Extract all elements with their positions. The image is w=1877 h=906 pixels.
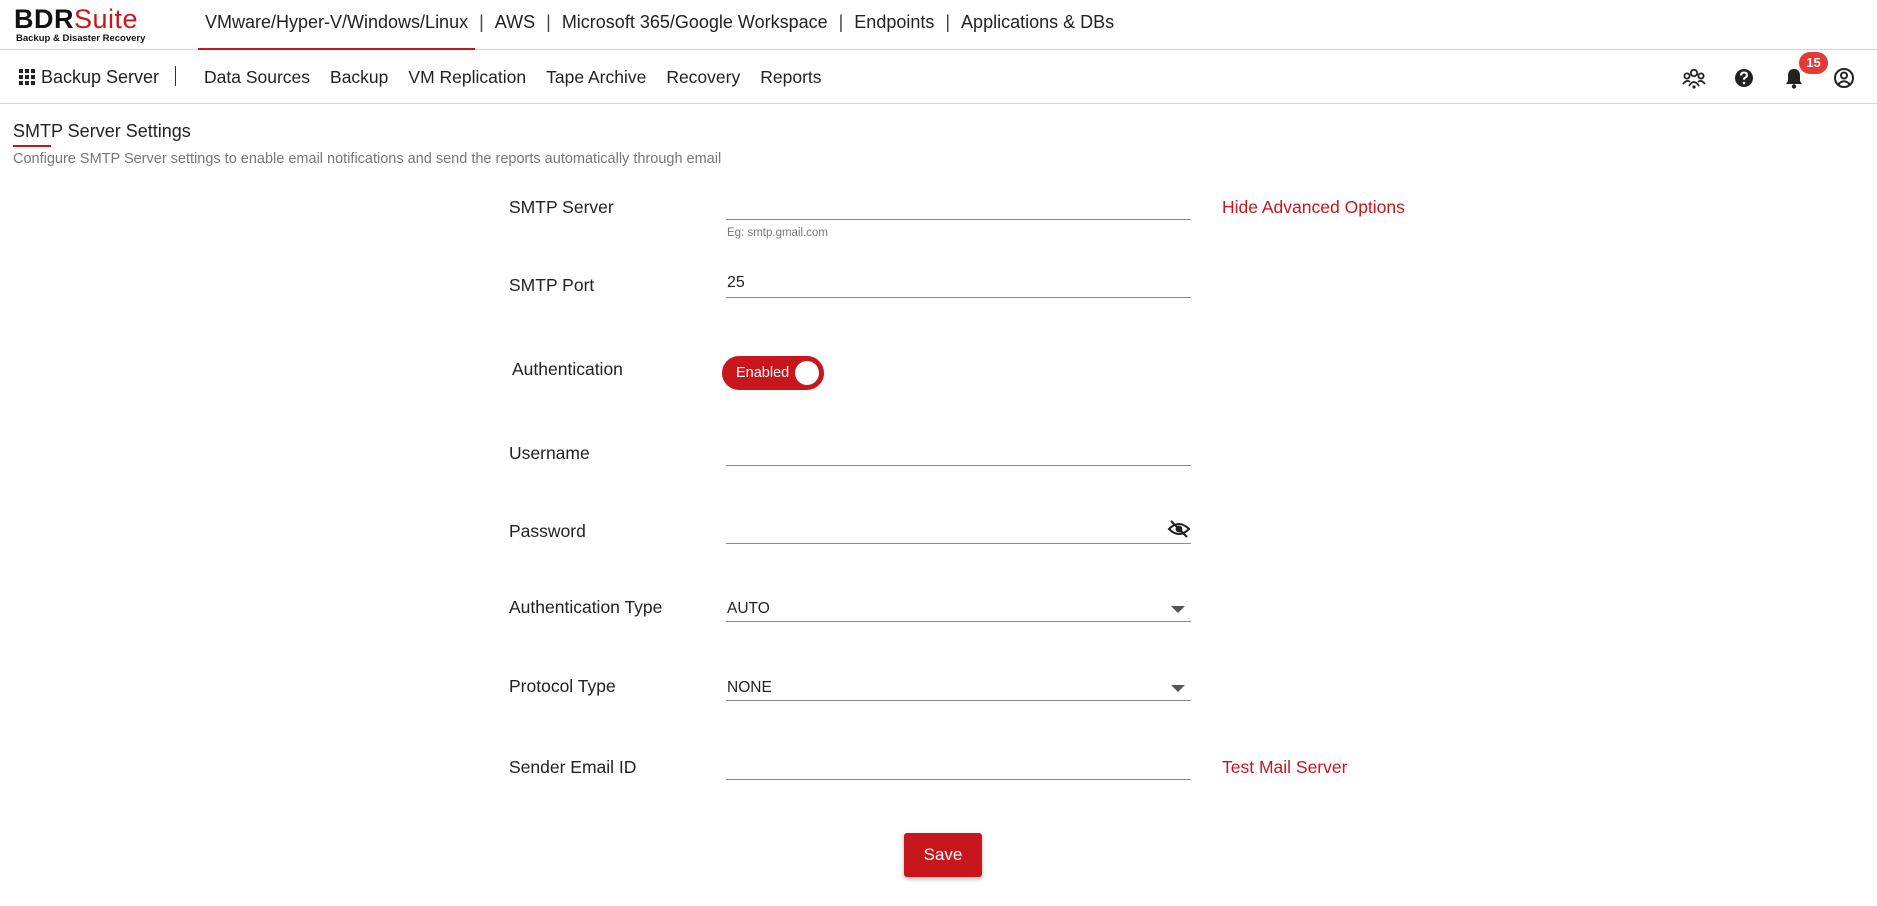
logo-brand-main: BDR: [14, 4, 74, 34]
top-bar: BDRSuite Backup & Disaster Recovery VMwa…: [0, 0, 1877, 50]
authentication-type-select[interactable]: AUTO: [726, 592, 1191, 622]
test-mail-server-link[interactable]: Test Mail Server: [1222, 757, 1347, 778]
protocol-type-value: NONE: [727, 679, 772, 696]
sender-email-label: Sender Email ID: [509, 757, 637, 777]
sub-nav-item-data-sources[interactable]: Data Sources: [194, 67, 320, 88]
top-nav-item-applications[interactable]: Applications & DBs: [954, 0, 1121, 50]
sender-email-input[interactable]: [726, 750, 1191, 779]
top-nav: VMware/Hyper-V/Windows/Linux | AWS | Mic…: [198, 0, 1121, 50]
apps-menu-button[interactable]: Backup Server: [19, 50, 159, 104]
help-icon[interactable]: [1731, 65, 1757, 91]
sub-nav-item-backup[interactable]: Backup: [320, 67, 398, 88]
chevron-down-icon: [1171, 606, 1185, 613]
authentication-type-label: Authentication Type: [509, 597, 663, 617]
password-field: [726, 514, 1191, 544]
sub-bar: Backup Server Data Sources Backup VM Rep…: [0, 50, 1877, 104]
password-input[interactable]: [726, 514, 1156, 543]
top-nav-item-vmware[interactable]: VMware/Hyper-V/Windows/Linux: [198, 0, 476, 50]
username-field: [726, 436, 1191, 466]
page-description: Configure SMTP Server settings to enable…: [13, 151, 722, 167]
top-nav-item-m365[interactable]: Microsoft 365/Google Workspace: [555, 0, 835, 50]
smtp-server-label: SMTP Server: [509, 197, 614, 217]
users-network-icon[interactable]: [1681, 65, 1707, 91]
sub-nav-divider: [175, 66, 176, 86]
protocol-type-select[interactable]: NONE: [726, 671, 1191, 701]
sub-nav-item-tape-archive[interactable]: Tape Archive: [536, 67, 656, 88]
chevron-down-icon: [1171, 685, 1185, 692]
account-icon[interactable]: [1831, 65, 1857, 91]
eye-slash-icon[interactable]: [1167, 517, 1191, 541]
smtp-server-input[interactable]: [726, 190, 1191, 219]
page-title-underline: [13, 145, 51, 147]
protocol-type-label: Protocol Type: [509, 676, 616, 696]
apps-menu-label: Backup Server: [41, 66, 160, 87]
password-label: Password: [509, 521, 586, 541]
sub-nav-item-reports[interactable]: Reports: [750, 67, 831, 88]
authentication-toggle[interactable]: Enabled: [722, 356, 824, 390]
bdrsuite-logo[interactable]: BDRSuite Backup & Disaster Recovery: [14, 5, 154, 45]
apps-grid-icon: [19, 68, 36, 86]
logo-wordmark: BDRSuite: [14, 5, 154, 33]
top-nav-item-endpoints[interactable]: Endpoints: [847, 0, 941, 50]
hide-advanced-options-link[interactable]: Hide Advanced Options: [1222, 197, 1405, 218]
top-nav-separator: |: [945, 12, 951, 32]
sender-email-field: [726, 750, 1191, 780]
bell-icon[interactable]: 15: [1781, 52, 1828, 91]
save-button[interactable]: Save: [904, 833, 982, 877]
page-title: SMTP Server Settings: [13, 121, 191, 141]
logo-tagline: Backup & Disaster Recovery: [16, 33, 146, 44]
notification-count-badge: 15: [1799, 52, 1828, 74]
smtp-server-field: [726, 190, 1191, 220]
logo-brand-accent: Suite: [74, 4, 139, 34]
username-label: Username: [509, 443, 590, 463]
top-nav-item-aws[interactable]: AWS: [488, 0, 542, 50]
username-input[interactable]: [726, 436, 1191, 465]
smtp-server-hint: Eg: smtp.gmail.com: [727, 227, 828, 239]
sub-nav: Data Sources Backup VM Replication Tape …: [194, 50, 832, 104]
smtp-port-label: SMTP Port: [509, 275, 595, 295]
sub-nav-item-recovery[interactable]: Recovery: [656, 67, 750, 88]
top-nav-separator: |: [479, 12, 484, 32]
top-nav-separator: |: [838, 12, 844, 32]
sub-nav-item-vm-replication[interactable]: VM Replication: [398, 67, 536, 88]
authentication-label: Authentication: [512, 359, 623, 379]
toggle-knob: [795, 361, 819, 385]
toolbar-icons: 15: [1647, 50, 1877, 104]
smtp-port-input[interactable]: [726, 268, 1191, 297]
authentication-toggle-label: Enabled: [736, 365, 790, 381]
top-nav-separator: |: [546, 12, 551, 32]
authentication-type-value: AUTO: [727, 600, 770, 617]
smtp-port-field: [726, 268, 1191, 298]
